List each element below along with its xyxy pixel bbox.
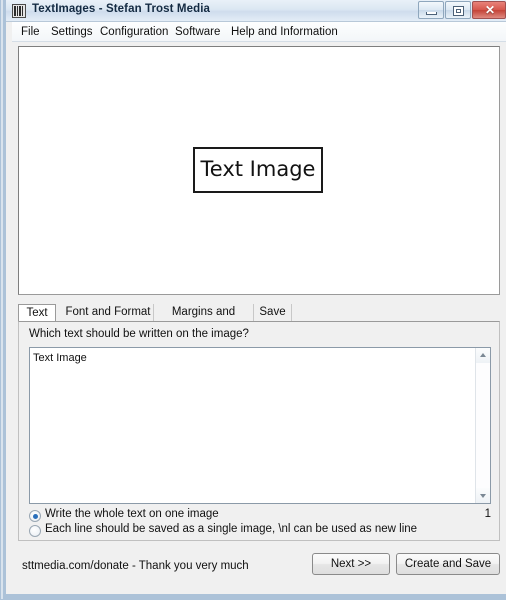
tab-strip: Text Font and Format Margins and Spaces … [18,304,500,335]
minimize-button[interactable] [418,1,444,19]
prompt-label: Which text should be written on the imag… [29,328,249,340]
minimize-icon [426,12,437,15]
footer-bar: sttmedia.com/donate - Thank you very muc… [18,545,500,589]
preview-text-image-label: Text Image [200,157,316,181]
menu-item-configuration[interactable]: Configuration [97,25,171,39]
preview-text-image: Text Image [193,147,323,193]
tab-font-and-format[interactable]: Font and Format [63,304,154,322]
menu-item-settings[interactable]: Settings [48,25,96,39]
textarea-vertical-scrollbar[interactable] [475,348,490,503]
scroll-up-icon[interactable] [476,348,490,363]
tab-text[interactable]: Text [18,304,56,322]
app-icon [12,4,26,18]
radio-each-line-single-image-label: Each line should be saved as a single im… [45,523,418,535]
create-and-save-button[interactable]: Create and Save [396,553,500,575]
donate-text[interactable]: sttmedia.com/donate - Thank you very muc… [22,560,249,572]
tab-panel-text: Which text should be written on the imag… [18,321,500,541]
menu-item-software[interactable]: Software [172,25,223,39]
radio-selected-icon [29,510,41,522]
image-count-value: 1 [484,508,491,520]
menu-item-help-and-information[interactable]: Help and Information [228,25,341,39]
scroll-down-icon[interactable] [476,488,490,503]
menu-item-file[interactable]: File [18,25,43,39]
radio-write-whole-text-label: Write the whole text on one image [45,508,219,520]
maximize-icon [453,6,464,16]
scrollbar-track[interactable] [476,363,490,488]
client-area: Text Image Text Font and Format Margins … [12,42,506,594]
text-input-value[interactable]: Text Image [33,351,471,365]
tab-margins-and-spaces[interactable]: Margins and Spaces [154,304,254,335]
title-bar[interactable]: TextImages - Stefan Trost Media ✕ [6,0,506,22]
radio-unselected-icon [29,525,41,537]
maximize-button[interactable] [445,1,471,19]
image-preview-canvas[interactable]: Text Image [18,46,500,295]
close-button[interactable]: ✕ [472,1,506,19]
desktop-background: TextImages - Stefan Trost Media ✕ File S… [0,0,506,600]
text-input-area[interactable]: Text Image [29,347,491,504]
menu-bar: File Settings Configuration Software Hel… [12,22,506,42]
window-title: TextImages - Stefan Trost Media [32,3,210,15]
tab-save[interactable]: Save [254,304,292,322]
next-button[interactable]: Next >> [312,553,390,575]
close-icon: ✕ [484,3,496,17]
application-window: TextImages - Stefan Trost Media ✕ File S… [0,0,506,600]
